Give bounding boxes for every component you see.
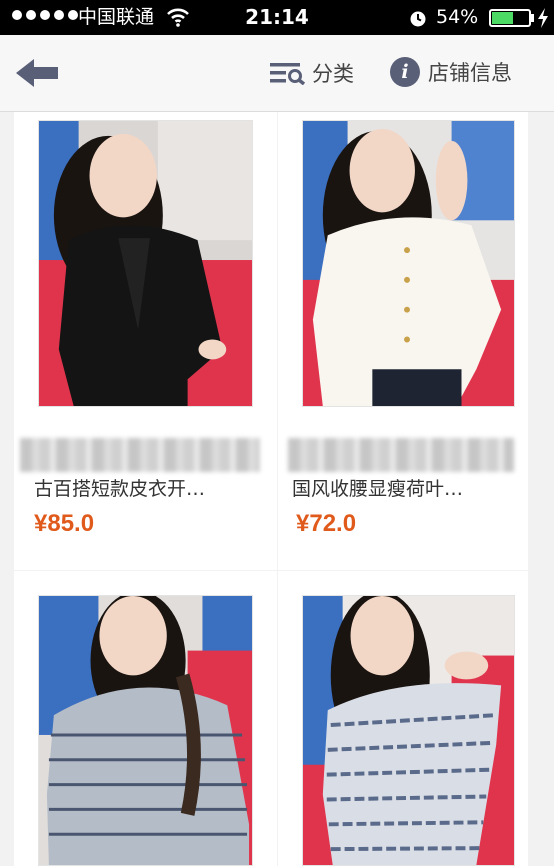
product-price: ¥85.0 <box>34 510 95 537</box>
product-grid: 古百搭短款皮衣开… ¥85.0 国风收腰显瘦荷叶… ¥72.0 <box>14 112 528 866</box>
battery-percentage: 54% <box>436 6 479 28</box>
product-price: ¥72.0 <box>296 510 357 537</box>
category-label: 分类 <box>312 62 354 86</box>
back-arrow-icon[interactable] <box>14 55 60 91</box>
blurred-text <box>20 438 260 472</box>
battery-icon <box>489 9 531 27</box>
blurred-text <box>288 438 514 472</box>
nav-bar: 分类 i 店铺信息 <box>0 35 554 112</box>
product-card[interactable]: 古百搭短款皮衣开… ¥85.0 <box>14 112 277 570</box>
charging-icon <box>538 8 548 28</box>
shop-info-button[interactable]: i 店铺信息 <box>390 56 512 88</box>
product-image[interactable] <box>38 595 253 866</box>
status-bar: 中国联通 21:14 54% <box>0 0 554 35</box>
product-card[interactable] <box>14 571 277 866</box>
product-title: 国风收腰显瘦荷叶… <box>292 478 464 500</box>
product-image[interactable] <box>302 120 515 407</box>
product-image[interactable] <box>302 595 515 866</box>
product-title: 古百搭短款皮衣开… <box>34 478 206 500</box>
battery-tip <box>531 14 534 22</box>
category-list-search-icon <box>270 63 306 85</box>
shop-info-label: 店铺信息 <box>428 61 512 85</box>
product-card[interactable]: 国风收腰显瘦荷叶… ¥72.0 <box>278 112 528 570</box>
product-card[interactable] <box>278 571 528 866</box>
alarm-icon <box>410 11 426 27</box>
info-icon: i <box>390 57 420 87</box>
product-image[interactable] <box>38 120 253 407</box>
category-button[interactable]: 分类 <box>270 57 354 89</box>
